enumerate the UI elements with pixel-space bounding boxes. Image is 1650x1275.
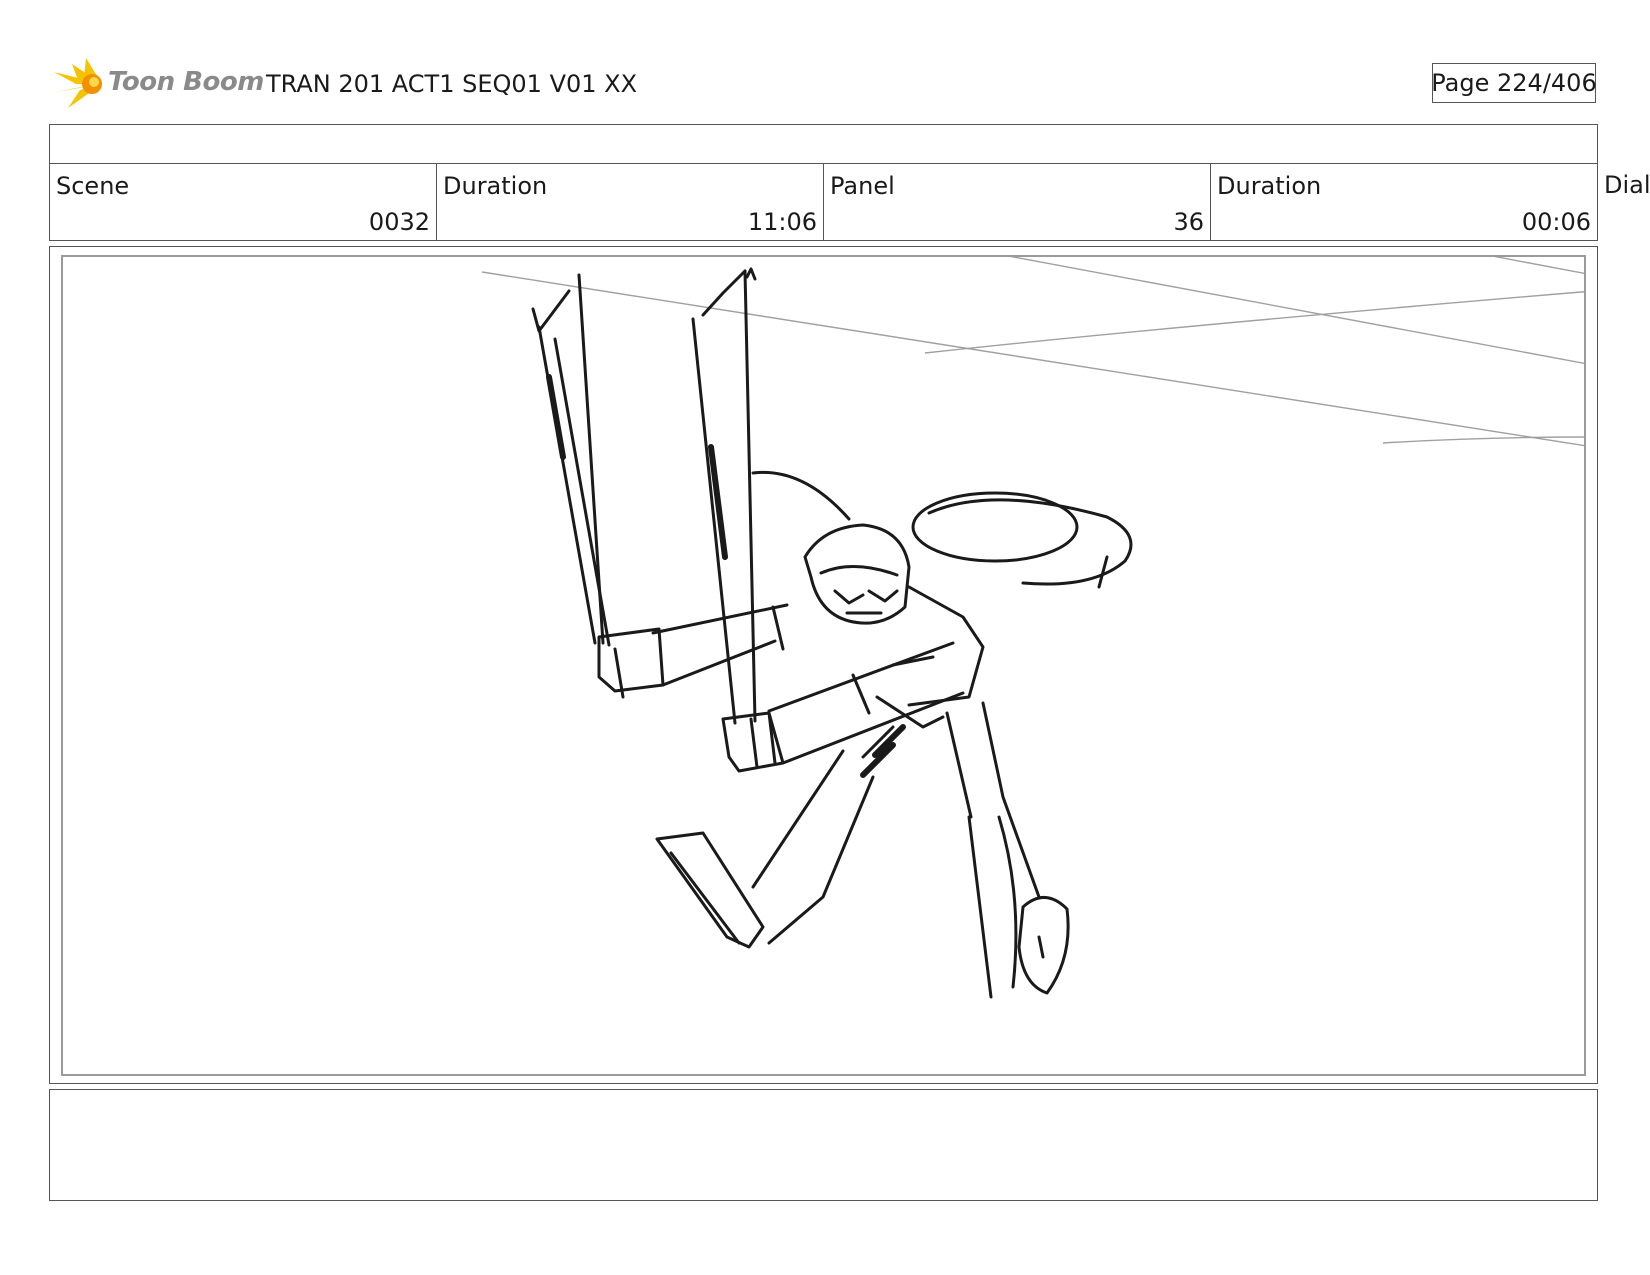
info-row: Scene 0032 Duration 11:06 Panel 36 Durat…: [49, 163, 1598, 241]
scene-duration-value: 11:06: [747, 208, 817, 236]
notes-box: [49, 1089, 1598, 1201]
header-strip: [49, 124, 1598, 164]
panel-duration-cell: Duration 00:06: [1211, 164, 1597, 240]
scene-label: Scene: [56, 172, 130, 200]
logo-text: Toon Boom: [108, 67, 264, 97]
robot-sketch: [531, 267, 1133, 999]
toon-boom-logo: Toon Boom: [52, 56, 264, 116]
storyboard-sketch: [481, 257, 1584, 999]
panel-label: Panel: [830, 172, 895, 200]
starburst-icon: [54, 58, 102, 108]
panel-value: 36: [1173, 208, 1204, 236]
scene-value: 0032: [368, 208, 430, 236]
panel-duration-label: Duration: [1217, 172, 1322, 200]
panel-cell: Panel 36: [824, 164, 1211, 240]
document-title: TRAN 201 ACT1 SEQ01 V01 XX: [266, 70, 638, 98]
scene-cell: Scene 0032: [50, 164, 437, 240]
panel-image: [61, 255, 1586, 1076]
perspective-guide-lines: [481, 257, 1584, 447]
page-indicator: Page 224/406: [1431, 63, 1597, 103]
panel-duration-value: 00:06: [1521, 208, 1591, 236]
scene-duration-label: Duration: [443, 172, 548, 200]
sketch-shading: [546, 374, 906, 778]
scene-duration-cell: Duration 11:06: [437, 164, 824, 240]
dialog-label: Dialo: [1604, 171, 1650, 199]
